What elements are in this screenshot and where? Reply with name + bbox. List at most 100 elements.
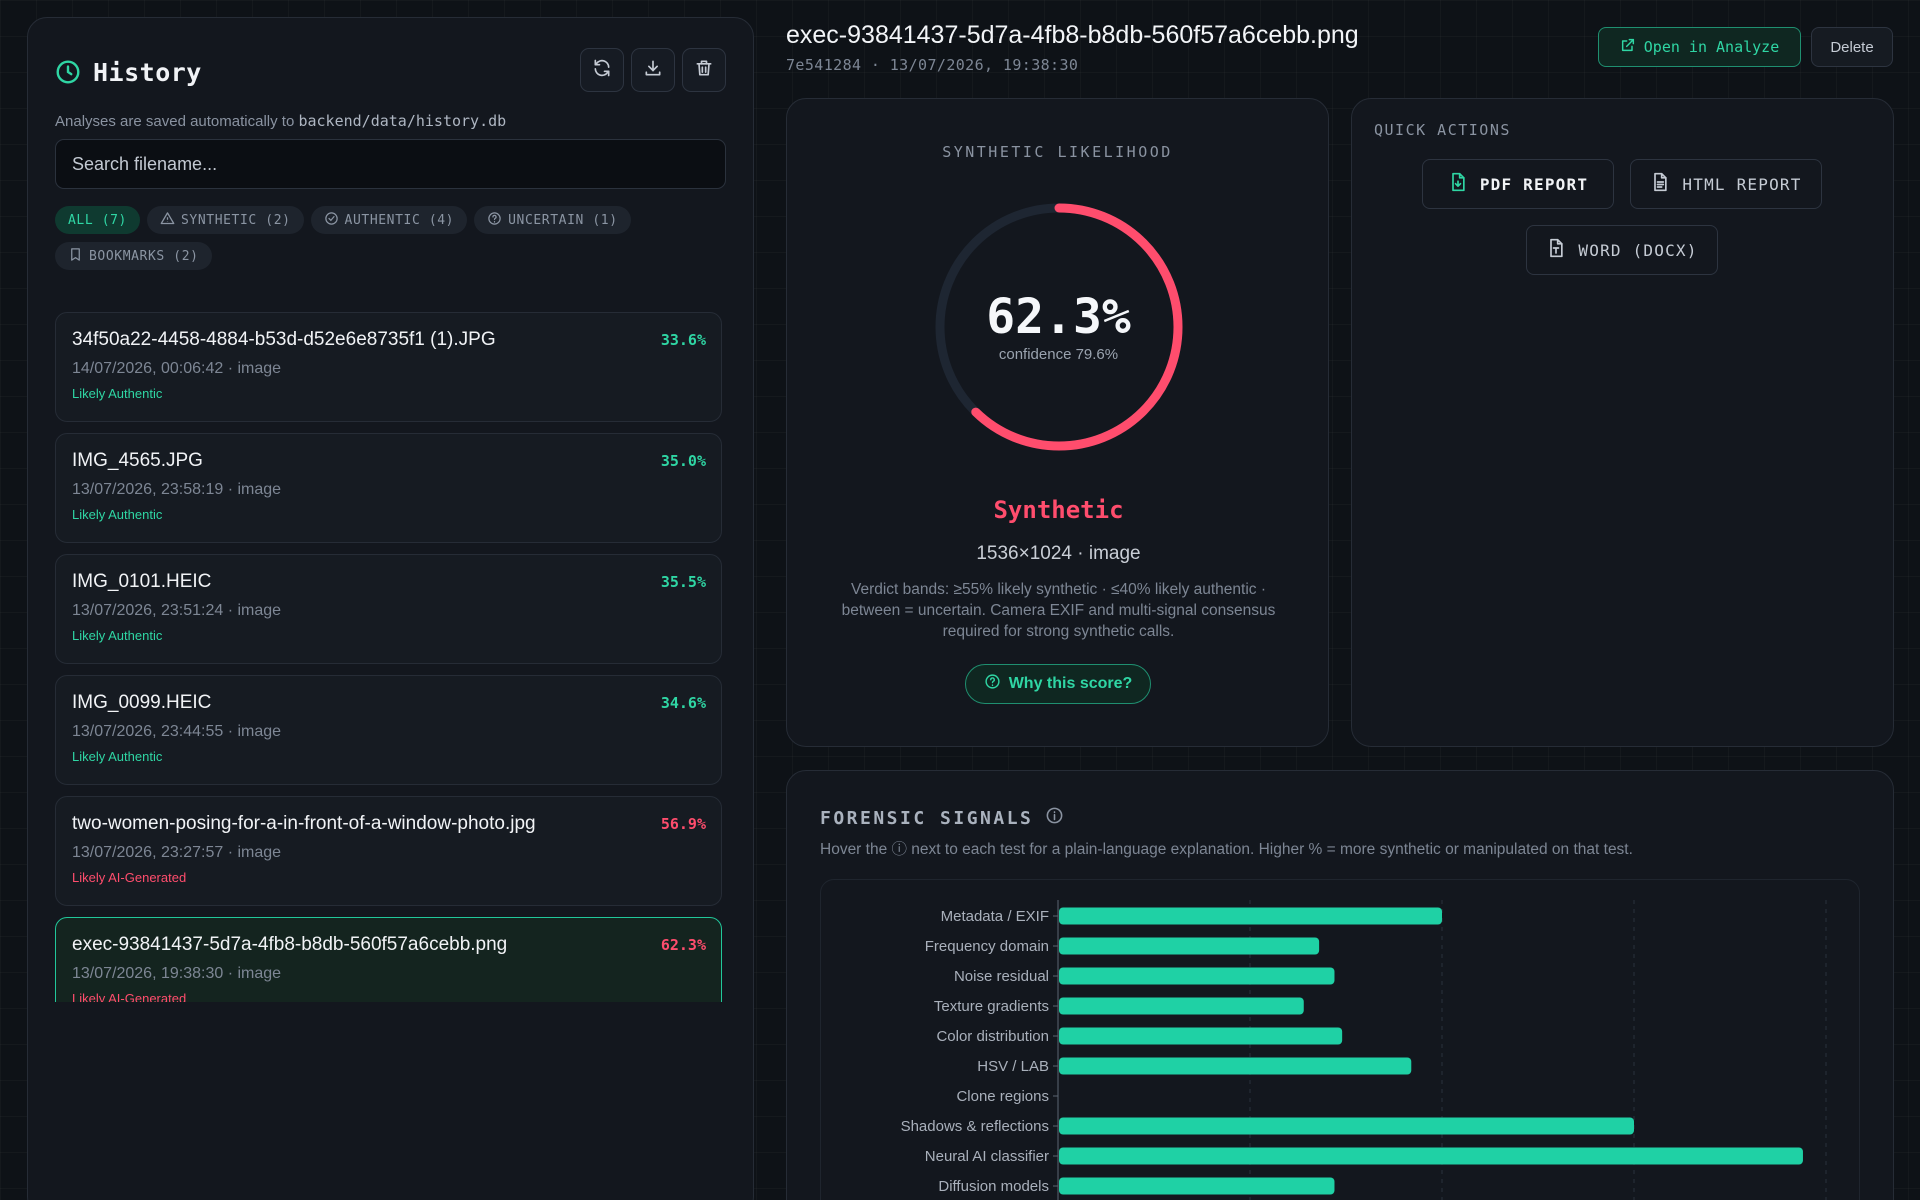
filter-uncertain-chip[interactable]: UNCERTAIN (1) (474, 206, 631, 234)
check-circle-icon (324, 211, 339, 230)
pdf-report-label: PDF REPORT (1479, 174, 1589, 194)
pdf-report-button[interactable]: PDF REPORT (1422, 159, 1614, 209)
warning-icon (160, 211, 175, 230)
item-meta: 13/07/2026, 23:44:55 · image (72, 723, 282, 740)
history-header: History Analyses are saved automatically… (55, 48, 726, 130)
y-tick-label: Frequency domain (925, 938, 1049, 955)
likelihood-card: SYNTHETIC LIKELIHOOD 62.3% confidence 79… (786, 98, 1329, 747)
history-db-path: backend/data/history.db (298, 112, 507, 130)
word-docx-button[interactable]: WORD (DOCX) (1526, 225, 1718, 275)
verdict-label: Synthetic (993, 496, 1124, 524)
filter-bookmarks-chip[interactable]: BOOKMARKS (2) (55, 242, 212, 270)
history-item[interactable]: IMG_0099.HEIC 13/07/2026, 23:44:55 · ima… (55, 675, 722, 785)
item-verdict: Likely AI-Generated (72, 991, 187, 1002)
item-meta: 14/07/2026, 00:06:42 · image (72, 360, 282, 377)
filter-label: SYNTHETIC (2) (181, 212, 291, 228)
refresh-icon (592, 58, 612, 83)
signals-chart: Metadata / EXIF Frequency domain Noise res… (901, 900, 1827, 1200)
history-item[interactable]: two-women-posing-for-a-in-front-of-a-win… (55, 796, 722, 906)
item-meta: 13/07/2026, 23:58:19 · image (72, 481, 282, 498)
quick-actions-label: QUICK ACTIONS (1374, 121, 1511, 139)
file-pdf-icon (1448, 172, 1468, 196)
detail-filename: exec-93841437-5d7a-4fb8-b8db-560f57a6ceb… (786, 21, 1359, 49)
history-item[interactable]: IMG_4565.JPG 13/07/2026, 23:58:19 · imag… (55, 433, 722, 543)
history-list: 34f50a22-4458-4884-b53d-d52e6e8735f1 (1)… (55, 312, 722, 1002)
signal-bar (1059, 997, 1304, 1015)
item-verdict: Likely Authentic (72, 628, 163, 643)
filter-label: BOOKMARKS (2) (89, 248, 199, 264)
search-input[interactable] (55, 139, 726, 189)
item-verdict: Likely Authentic (72, 386, 163, 401)
item-score: 35.0% (660, 452, 706, 470)
y-tick-label: Neural AI classifier (925, 1148, 1049, 1165)
why-this-score-button[interactable]: Why this score? (965, 664, 1151, 704)
item-filename: two-women-posing-for-a-in-front-of-a-win… (72, 813, 536, 834)
info-icon[interactable] (1045, 806, 1064, 830)
image-dimensions: 1536×1024 · image (976, 543, 1141, 564)
item-filename: IMG_0101.HEIC (72, 571, 212, 592)
history-title: History (93, 57, 202, 87)
external-link-icon (1620, 37, 1636, 57)
y-tick-label: HSV / LAB (977, 1058, 1049, 1075)
item-score: 34.6% (660, 694, 706, 712)
history-subtitle: Analyses are saved automatically to back… (55, 112, 726, 130)
y-tick-label: Diffusion models (938, 1178, 1049, 1195)
item-filename: IMG_0099.HEIC (72, 692, 212, 713)
history-panel: History Analyses are saved automatically… (27, 17, 754, 1200)
clock-icon (55, 59, 81, 85)
trash-icon (694, 58, 714, 83)
signals-title: FORENSIC SIGNALS (820, 807, 1034, 829)
item-verdict: Likely Authentic (72, 749, 163, 764)
signal-bar (1059, 907, 1442, 925)
y-tick-label: Noise residual (954, 968, 1049, 985)
filter-label: ALL (7) (68, 212, 127, 228)
quick-actions-card: QUICK ACTIONS PDF REPORT HTML REPORT WOR… (1351, 98, 1894, 747)
filter-synthetic-chip[interactable]: SYNTHETIC (2) (147, 206, 304, 234)
filter-label: AUTHENTIC (4) (344, 212, 455, 228)
refresh-button[interactable] (580, 48, 624, 92)
history-item[interactable]: 34f50a22-4458-4884-b53d-d52e6e8735f1 (1)… (55, 312, 722, 422)
item-meta: 13/07/2026, 23:27:57 · image (72, 844, 282, 861)
download-icon (643, 58, 663, 83)
verdict-bands-note: Verdict bands: ≥55% likely synthetic · ≤… (841, 581, 1276, 640)
y-tick-label: Texture gradients (934, 998, 1049, 1015)
open-in-analyze-label: Open in Analyze (1643, 38, 1780, 56)
item-verdict: Likely AI-Generated (72, 870, 187, 885)
html-report-label: HTML REPORT (1682, 174, 1802, 194)
y-tick-label: Metadata / EXIF (941, 908, 1049, 925)
signal-bar (1059, 1147, 1803, 1165)
signal-bar (1059, 1057, 1412, 1075)
bookmark-icon (68, 247, 83, 266)
confidence-value: confidence 79.6% (998, 346, 1119, 363)
filter-label: UNCERTAIN (1) (508, 212, 618, 228)
filter-all-chip[interactable]: ALL (7) (55, 206, 140, 234)
filter-authentic-chip[interactable]: AUTHENTIC (4) (310, 206, 468, 234)
item-meta: 13/07/2026, 19:38:30 · image (72, 965, 282, 982)
item-filename: exec-93841437-5d7a-4fb8-b8db-560f57a6ceb… (72, 934, 508, 955)
item-filename: IMG_4565.JPG (72, 450, 203, 471)
export-button[interactable] (631, 48, 675, 92)
help-circle-icon (984, 673, 1001, 695)
item-verdict: Likely Authentic (72, 507, 163, 522)
signal-bar (1059, 1117, 1634, 1135)
item-meta: 13/07/2026, 23:51:24 · image (72, 602, 282, 619)
signals-description: Hover the ⓘ next to each test for a plai… (820, 841, 1633, 858)
history-item[interactable]: IMG_0101.HEIC 13/07/2026, 23:51:24 · ima… (55, 554, 722, 664)
y-tick-label: Clone regions (956, 1088, 1049, 1105)
item-score: 56.9% (660, 815, 706, 833)
item-score: 35.5% (660, 573, 706, 591)
signal-bar (1059, 967, 1335, 985)
history-item-selected[interactable]: exec-93841437-5d7a-4fb8-b8db-560f57a6ceb… (55, 917, 722, 1002)
help-circle-icon (487, 211, 502, 230)
history-subtitle-text: Analyses are saved automatically to (55, 113, 295, 130)
clear-history-button[interactable] (682, 48, 726, 92)
why-this-score-label: Why this score? (1008, 675, 1133, 692)
item-score: 33.6% (660, 331, 706, 349)
file-text-icon (1650, 172, 1670, 196)
word-docx-label: WORD (DOCX) (1578, 240, 1698, 260)
open-in-analyze-button[interactable]: Open in Analyze (1598, 27, 1801, 67)
detail-id-line: 7e541284 · 13/07/2026, 19:38:30 (786, 56, 1079, 74)
likelihood-value: 62.3% (986, 289, 1131, 345)
delete-button[interactable]: Delete (1811, 27, 1893, 67)
html-report-button[interactable]: HTML REPORT (1630, 159, 1822, 209)
